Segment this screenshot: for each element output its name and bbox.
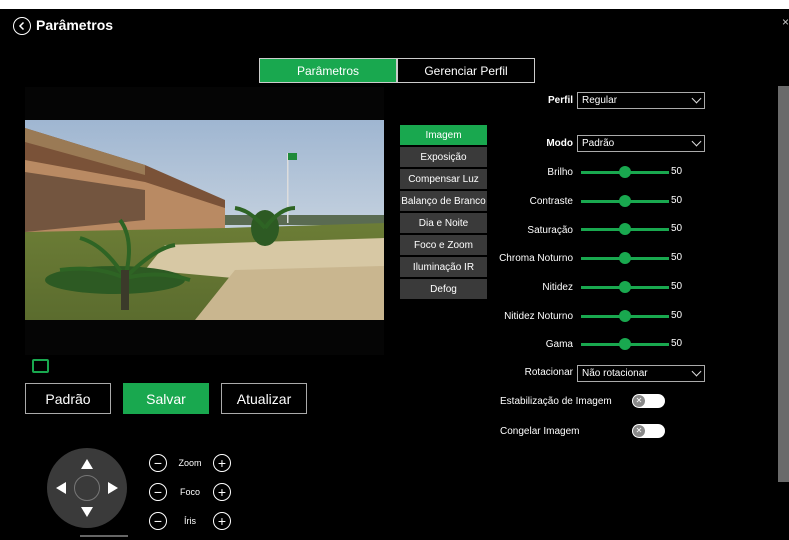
chevron-down-icon <box>691 93 702 104</box>
tab-parametros[interactable]: Parâmetros <box>259 58 397 83</box>
sharpness-slider[interactable] <box>581 281 669 293</box>
slider-label: Gama <box>545 339 573 350</box>
parameters-window: Parâmetros × Parâmetros Gerenciar Perfil <box>9 9 789 540</box>
close-icon[interactable]: × <box>782 15 789 29</box>
ptz-center-button[interactable] <box>74 475 100 501</box>
iris-plus-button[interactable]: + <box>213 512 231 530</box>
focus-label: Foco <box>179 487 200 497</box>
rotate-label: Rotacionar <box>524 367 573 378</box>
slider-label: Nitidez Noturno <box>504 311 573 322</box>
slider-value: 50 <box>671 223 683 234</box>
fullscreen-icon[interactable] <box>32 359 49 373</box>
arrow-right-icon[interactable] <box>108 482 118 494</box>
profile-select[interactable]: Regular <box>577 92 705 109</box>
rotate-select-value: Não rotacionar <box>582 368 648 379</box>
slider-value: 50 <box>671 252 683 263</box>
contrast-slider[interactable] <box>581 195 669 207</box>
ptz-divider <box>80 535 128 537</box>
focus-control: − Foco + <box>149 483 231 501</box>
category-foco-e-zoom[interactable]: Foco e Zoom <box>400 235 487 255</box>
slider-label: Nitidez <box>542 282 573 293</box>
top-strip <box>0 0 789 9</box>
slider-thumb[interactable] <box>619 281 631 293</box>
iris-minus-button[interactable]: − <box>149 512 167 530</box>
category-compensar-luz[interactable]: Compensar Luz <box>400 169 487 189</box>
arrow-down-icon[interactable] <box>81 507 93 517</box>
video-preview[interactable] <box>25 87 384 355</box>
slider-label: Brilho <box>547 167 573 178</box>
stabilization-toggle[interactable]: ✕ <box>632 394 665 408</box>
scrollbar[interactable] <box>778 86 789 482</box>
zoom-in-button[interactable]: + <box>213 454 231 472</box>
slider-value: 50 <box>671 195 683 206</box>
zoom-label: Zoom <box>178 458 202 468</box>
slider-thumb[interactable] <box>619 195 631 207</box>
category-imagem[interactable]: Imagem <box>400 125 487 145</box>
page-title: Parâmetros <box>36 17 114 33</box>
save-button[interactable]: Salvar <box>123 383 209 414</box>
mode-select-value: Padrão <box>582 138 615 149</box>
freeze-label: Congelar Imagem <box>500 426 580 437</box>
slider-value: 50 <box>671 281 683 292</box>
focus-minus-button[interactable]: − <box>149 483 167 501</box>
default-button[interactable]: Padrão <box>25 383 111 414</box>
mode-select[interactable]: Padrão <box>577 135 705 152</box>
profile-select-value: Regular <box>582 95 618 106</box>
category-balanco-de-branco[interactable]: Balanço de Branco <box>400 191 487 211</box>
arrow-up-icon[interactable] <box>81 459 93 469</box>
zoom-out-button[interactable]: − <box>149 454 167 472</box>
slider-value: 50 <box>671 310 683 321</box>
slider-label: Contraste <box>529 196 573 207</box>
iris-label: Íris <box>184 516 196 526</box>
ptz-direction-pad[interactable] <box>47 448 127 528</box>
category-defog[interactable]: Defog <box>400 279 487 299</box>
saturation-slider[interactable] <box>581 223 669 235</box>
slider-thumb[interactable] <box>619 252 631 264</box>
zoom-control: − Zoom + <box>149 454 231 472</box>
refresh-button[interactable]: Atualizar <box>221 383 307 414</box>
slider-label: Saturação <box>527 225 573 236</box>
tab-bar: Parâmetros Gerenciar Perfil <box>259 58 535 83</box>
chevron-down-icon <box>691 366 702 377</box>
camera-image <box>25 120 384 320</box>
freeze-toggle[interactable]: ✕ <box>632 424 665 438</box>
toggle-off-icon: ✕ <box>633 395 645 407</box>
profile-label: Perfil <box>547 95 573 106</box>
category-iluminacao-ir[interactable]: Iluminação IR <box>400 257 487 277</box>
rotate-select[interactable]: Não rotacionar <box>577 365 705 382</box>
slider-thumb[interactable] <box>619 223 631 235</box>
night-chroma-slider[interactable] <box>581 252 669 264</box>
iris-control: − Íris + <box>149 512 231 530</box>
category-dia-e-noite[interactable]: Dia e Noite <box>400 213 487 233</box>
slider-thumb[interactable] <box>619 166 631 178</box>
gamma-slider[interactable] <box>581 338 669 350</box>
arrow-left-icon[interactable] <box>56 482 66 494</box>
slider-thumb[interactable] <box>619 310 631 322</box>
focus-plus-button[interactable]: + <box>213 483 231 501</box>
slider-label: Chroma Noturno <box>499 253 573 264</box>
brightness-slider[interactable] <box>581 166 669 178</box>
chevron-left-icon <box>18 21 25 31</box>
slider-thumb[interactable] <box>619 338 631 350</box>
night-sharpness-slider[interactable] <box>581 310 669 322</box>
slider-value: 50 <box>671 166 683 177</box>
chevron-down-icon <box>691 136 702 147</box>
back-button[interactable] <box>13 17 31 35</box>
tab-gerenciar-perfil[interactable]: Gerenciar Perfil <box>397 58 535 83</box>
category-exposicao[interactable]: Exposição <box>400 147 487 167</box>
mode-label: Modo <box>546 138 573 149</box>
toggle-off-icon: ✕ <box>633 425 645 437</box>
slider-value: 50 <box>671 338 683 349</box>
category-menu: Imagem Exposição Compensar Luz Balanço d… <box>400 125 487 301</box>
stabilization-label: Estabilização de Imagem <box>500 396 612 407</box>
